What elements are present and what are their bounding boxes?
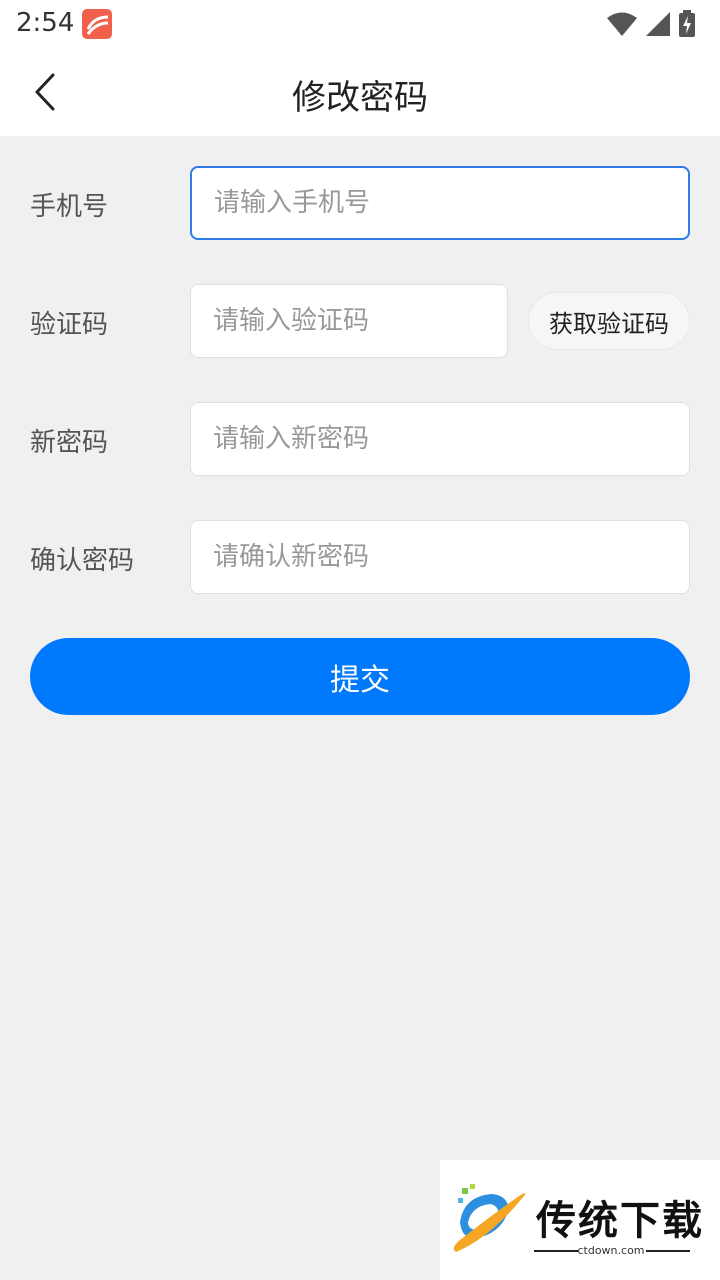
new-password-input[interactable] (190, 402, 690, 476)
app-notification-icon (82, 9, 112, 39)
phone-label: 手机号 (30, 192, 109, 222)
watermark: 传统下载 ctdown.com (440, 1160, 720, 1280)
verification-code-input[interactable] (190, 284, 508, 358)
confirm-password-label: 确认密码 (30, 546, 135, 576)
status-bar: 2:54 (0, 0, 720, 48)
battery-charging-icon (679, 10, 695, 37)
wifi-icon (607, 12, 637, 36)
signal-icon (646, 12, 670, 36)
new-password-row: 新密码 (0, 402, 720, 476)
watermark-logo-icon (453, 1184, 526, 1252)
status-icons (606, 10, 696, 38)
page-title: 修改密码 (292, 78, 428, 118)
confirm-password-row: 确认密码 (0, 520, 720, 594)
new-password-label: 新密码 (30, 428, 109, 458)
submit-button[interactable]: 提交 (30, 638, 690, 715)
status-time: 2:54 (16, 8, 75, 38)
app-header: 修改密码 (0, 48, 720, 136)
code-row: 验证码 获取验证码 (0, 284, 720, 358)
code-label: 验证码 (30, 310, 109, 340)
get-code-button[interactable]: 获取验证码 (528, 292, 690, 350)
watermark-line-right (646, 1250, 690, 1252)
confirm-password-input[interactable] (190, 520, 690, 594)
phone-row: 手机号 (0, 166, 720, 240)
phone-input[interactable] (190, 166, 690, 240)
watermark-brand: 传统下载 (536, 1198, 704, 1244)
